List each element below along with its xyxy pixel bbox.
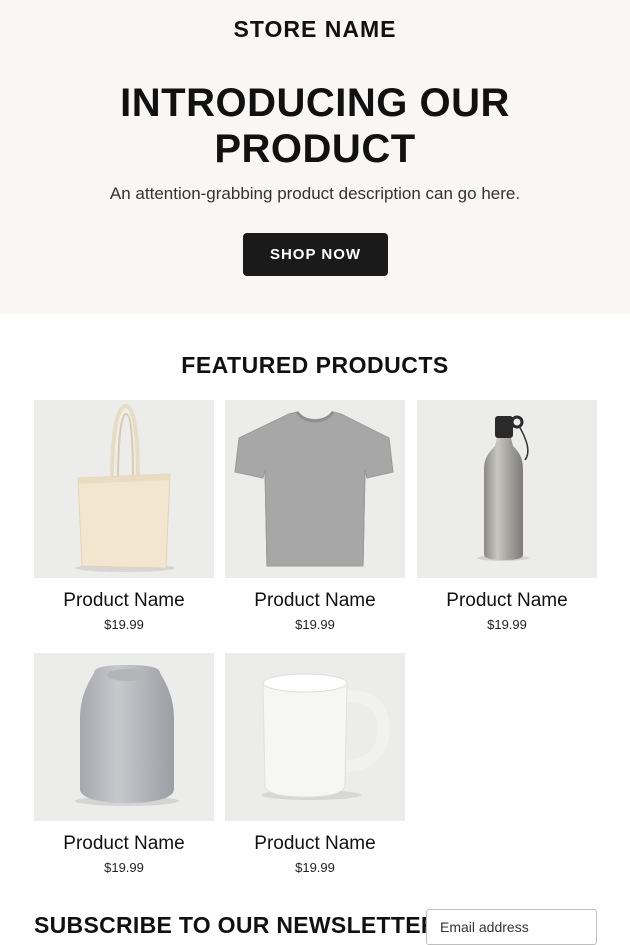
newsletter-heading: SUBSCRIBE TO OUR NEWSLETTER xyxy=(34,912,438,938)
product-name[interactable]: Product Name xyxy=(225,590,405,612)
product-image-vase[interactable] xyxy=(34,653,214,821)
product-card[interactable]: Product Name $19.99 xyxy=(417,400,597,632)
hero-title: INTRODUCING OUR PRODUCT xyxy=(120,81,510,171)
hero-description: An attention-grabbing product descriptio… xyxy=(109,184,521,203)
hero-section: STORE NAME INTRODUCING OUR PRODUCT An at… xyxy=(0,0,630,314)
tote-bag-icon xyxy=(34,400,214,578)
product-name[interactable]: Product Name xyxy=(34,590,214,612)
product-card[interactable]: Product Name $19.99 xyxy=(225,400,405,632)
product-card[interactable]: Product Name $19.99 xyxy=(225,653,405,875)
email-field[interactable] xyxy=(426,909,597,945)
mug-icon xyxy=(225,653,405,821)
product-card[interactable]: Product Name $19.99 xyxy=(34,653,214,875)
product-name[interactable]: Product Name xyxy=(225,833,405,855)
product-price: $19.99 xyxy=(295,860,335,875)
product-image-tote-bag[interactable] xyxy=(34,400,214,578)
product-name[interactable]: Product Name xyxy=(417,590,597,612)
product-image-mug[interactable] xyxy=(225,653,405,821)
product-price: $19.99 xyxy=(104,617,144,632)
product-image-t-shirt[interactable] xyxy=(225,400,405,578)
product-name[interactable]: Product Name xyxy=(34,833,214,855)
product-price: $19.99 xyxy=(487,617,527,632)
product-card[interactable]: Product Name $19.99 xyxy=(34,400,214,632)
shop-now-button[interactable]: SHOP NOW xyxy=(243,233,388,276)
t-shirt-icon xyxy=(225,400,405,578)
product-price: $19.99 xyxy=(295,617,335,632)
vase-icon xyxy=(34,653,214,821)
product-price: $19.99 xyxy=(104,860,144,875)
water-bottle-icon xyxy=(417,400,597,578)
featured-products-heading: FEATURED PRODUCTS xyxy=(181,352,449,378)
product-image-water-bottle[interactable] xyxy=(417,400,597,578)
store-name[interactable]: STORE NAME xyxy=(0,16,630,43)
